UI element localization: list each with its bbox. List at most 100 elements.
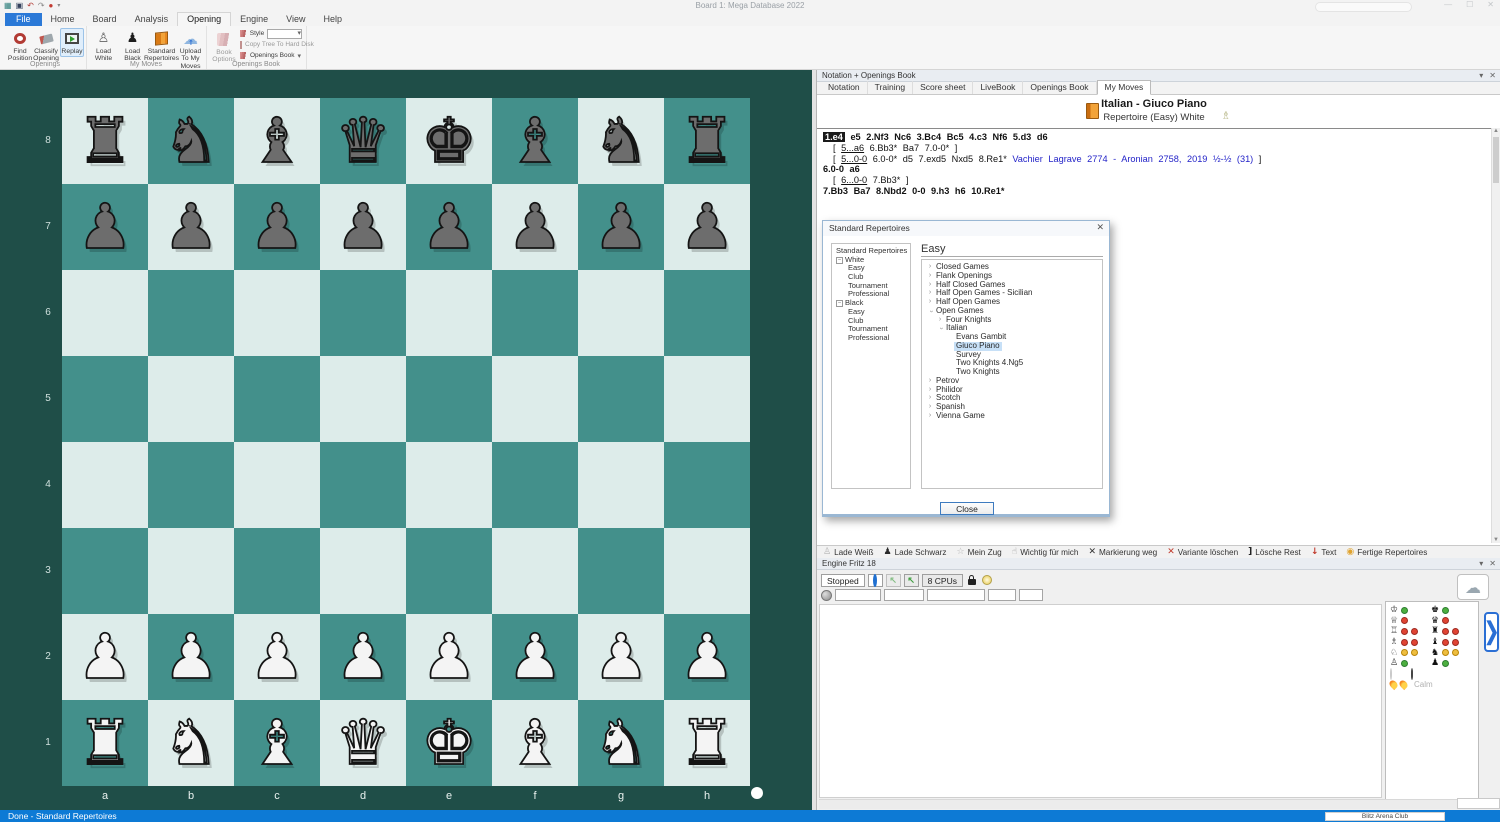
pane-close-icon[interactable]: ✕: [1489, 558, 1496, 570]
square-a6[interactable]: [62, 270, 148, 356]
tree-collapsed-icon[interactable]: ›: [926, 412, 934, 421]
piece-white-pawn[interactable]: ♟: [507, 614, 563, 700]
dialog-close-icon[interactable]: ✕: [1096, 222, 1104, 233]
openings-book-button[interactable]: Openings Book ▾: [240, 50, 302, 61]
move-text[interactable]: ]: [1253, 154, 1261, 164]
next-variation-button[interactable]: ↖: [904, 574, 919, 587]
square-e1[interactable]: ♚: [406, 700, 492, 786]
tab-score-sheet[interactable]: Score sheet: [913, 81, 973, 94]
engine-pane-header[interactable]: Engine Fritz 18 ▾ ✕: [817, 558, 1500, 570]
move-text[interactable]: 6.Bb3* Ba7 7.0-0* ]: [864, 143, 957, 153]
square-e2[interactable]: ♟: [406, 614, 492, 700]
square-d1[interactable]: ♛: [320, 700, 406, 786]
move-text[interactable]: 6...0-0: [841, 175, 867, 185]
square-c6[interactable]: [234, 270, 320, 356]
move-text[interactable]: 5...a6: [841, 143, 864, 153]
square-c3[interactable]: [234, 528, 320, 614]
l-sche-rest-button[interactable]: ]Lösche Rest: [1248, 548, 1301, 557]
piece-black-pawn[interactable]: ♟: [421, 184, 477, 270]
tab-training[interactable]: Training: [868, 81, 913, 94]
tree-collapsed-icon[interactable]: ›: [926, 289, 934, 298]
tree-item-black-professional[interactable]: Professional: [836, 334, 910, 343]
square-c8[interactable]: ♝: [234, 98, 320, 184]
square-e6[interactable]: [406, 270, 492, 356]
status-right-button[interactable]: Blitz Arena Club: [1325, 812, 1445, 821]
square-c2[interactable]: ♟: [234, 614, 320, 700]
collapse-box-icon[interactable]: –: [836, 300, 843, 307]
square-f6[interactable]: [492, 270, 578, 356]
square-f4[interactable]: [492, 442, 578, 528]
piece-white-knight[interactable]: ♞: [593, 700, 649, 786]
piece-black-rook[interactable]: ♜: [679, 98, 735, 184]
engine-input-1[interactable]: [835, 589, 881, 601]
menu-tab-engine[interactable]: Engine: [231, 13, 277, 26]
square-a5[interactable]: [62, 356, 148, 442]
move-text[interactable]: e5 2.Nf3 Nc6 3.Bc4 Bc5 4.c3 Nf6 5.d3 d6: [845, 132, 1048, 142]
move-text[interactable]: [: [833, 175, 841, 185]
hint-button[interactable]: [981, 575, 993, 585]
square-c7[interactable]: ♟: [234, 184, 320, 270]
square-b3[interactable]: [148, 528, 234, 614]
square-h6[interactable]: [664, 270, 750, 356]
find-position-button[interactable]: Find Position: [8, 28, 32, 65]
square-b4[interactable]: [148, 442, 234, 528]
square-g8[interactable]: ♞: [578, 98, 664, 184]
square-g1[interactable]: ♞: [578, 700, 664, 786]
square-a4[interactable]: [62, 442, 148, 528]
piece-black-pawn[interactable]: ♟: [163, 184, 219, 270]
tree-item-vienna-game[interactable]: ›Vienna Game: [926, 412, 1102, 421]
square-h3[interactable]: [664, 528, 750, 614]
tree-collapsed-icon[interactable]: ›: [926, 386, 934, 395]
tab-openings-book[interactable]: Openings Book: [1023, 81, 1096, 94]
move-text[interactable]: [: [833, 143, 841, 153]
piece-white-knight[interactable]: ♞: [163, 700, 219, 786]
maximize-icon[interactable]: ☐: [1466, 0, 1473, 9]
move-text[interactable]: 7.Bb3* ]: [867, 175, 908, 185]
square-b2[interactable]: ♟: [148, 614, 234, 700]
square-b5[interactable]: [148, 356, 234, 442]
piece-black-knight[interactable]: ♞: [163, 98, 219, 184]
pane-close-icon[interactable]: ✕: [1489, 70, 1496, 82]
engine-stop-button[interactable]: Stopped: [821, 574, 865, 587]
engine-horizontal-scrollbar[interactable]: [819, 799, 1500, 809]
square-e5[interactable]: [406, 356, 492, 442]
style-combo[interactable]: ▾: [267, 29, 302, 39]
piece-black-pawn[interactable]: ♟: [249, 184, 305, 270]
tree-collapsed-icon[interactable]: ›: [926, 298, 934, 307]
menu-tab-opening[interactable]: Opening: [177, 12, 231, 26]
square-f8[interactable]: ♝: [492, 98, 578, 184]
move-text[interactable]: [: [833, 154, 841, 164]
square-f3[interactable]: [492, 528, 578, 614]
piece-black-bishop[interactable]: ♝: [249, 98, 305, 184]
square-b7[interactable]: ♟: [148, 184, 234, 270]
square-d6[interactable]: [320, 270, 406, 356]
square-h7[interactable]: ♟: [664, 184, 750, 270]
close-button[interactable]: Close: [940, 502, 994, 515]
move-text[interactable]: 6.0-0* d5 7.exd5 Nxd5 8.Re1*: [867, 154, 1012, 164]
tab-notation[interactable]: Notation: [821, 81, 868, 94]
piece-black-queen[interactable]: ♛: [335, 98, 391, 184]
scroll-down-icon[interactable]: ▼: [1492, 537, 1500, 543]
tree-collapsed-icon[interactable]: ›: [926, 377, 934, 386]
square-a2[interactable]: ♟: [62, 614, 148, 700]
piece-black-pawn[interactable]: ♟: [593, 184, 649, 270]
piece-black-pawn[interactable]: ♟: [507, 184, 563, 270]
markierung-weg-button[interactable]: ✕Markierung weg: [1088, 548, 1157, 557]
standard-repertoires-button[interactable]: Standard Repertoires: [148, 28, 175, 65]
variante-l-schen-button[interactable]: ✕Variante löschen: [1167, 548, 1238, 557]
lade-schwarz-button[interactable]: ♟Lade Schwarz: [884, 548, 947, 557]
load-white-button[interactable]: ♙Load White: [90, 28, 117, 65]
square-e3[interactable]: [406, 528, 492, 614]
piece-black-rook[interactable]: ♜: [77, 98, 133, 184]
tab-my-moves[interactable]: My Moves: [1097, 80, 1152, 95]
piece-white-pawn[interactable]: ♟: [421, 614, 477, 700]
tree-expanded-icon[interactable]: ›: [926, 307, 935, 315]
lock-button[interactable]: [966, 575, 978, 585]
tree-item-evans-gambit[interactable]: Evans Gambit: [926, 333, 1102, 342]
piece-white-pawn[interactable]: ♟: [163, 614, 219, 700]
engine-input-4[interactable]: [988, 589, 1016, 601]
engine-input-2[interactable]: [884, 589, 924, 601]
menu-tab-file[interactable]: File: [5, 13, 42, 26]
fertige-repertoires-button[interactable]: ◉Fertige Repertoires: [1346, 548, 1427, 557]
square-f1[interactable]: ♝: [492, 700, 578, 786]
